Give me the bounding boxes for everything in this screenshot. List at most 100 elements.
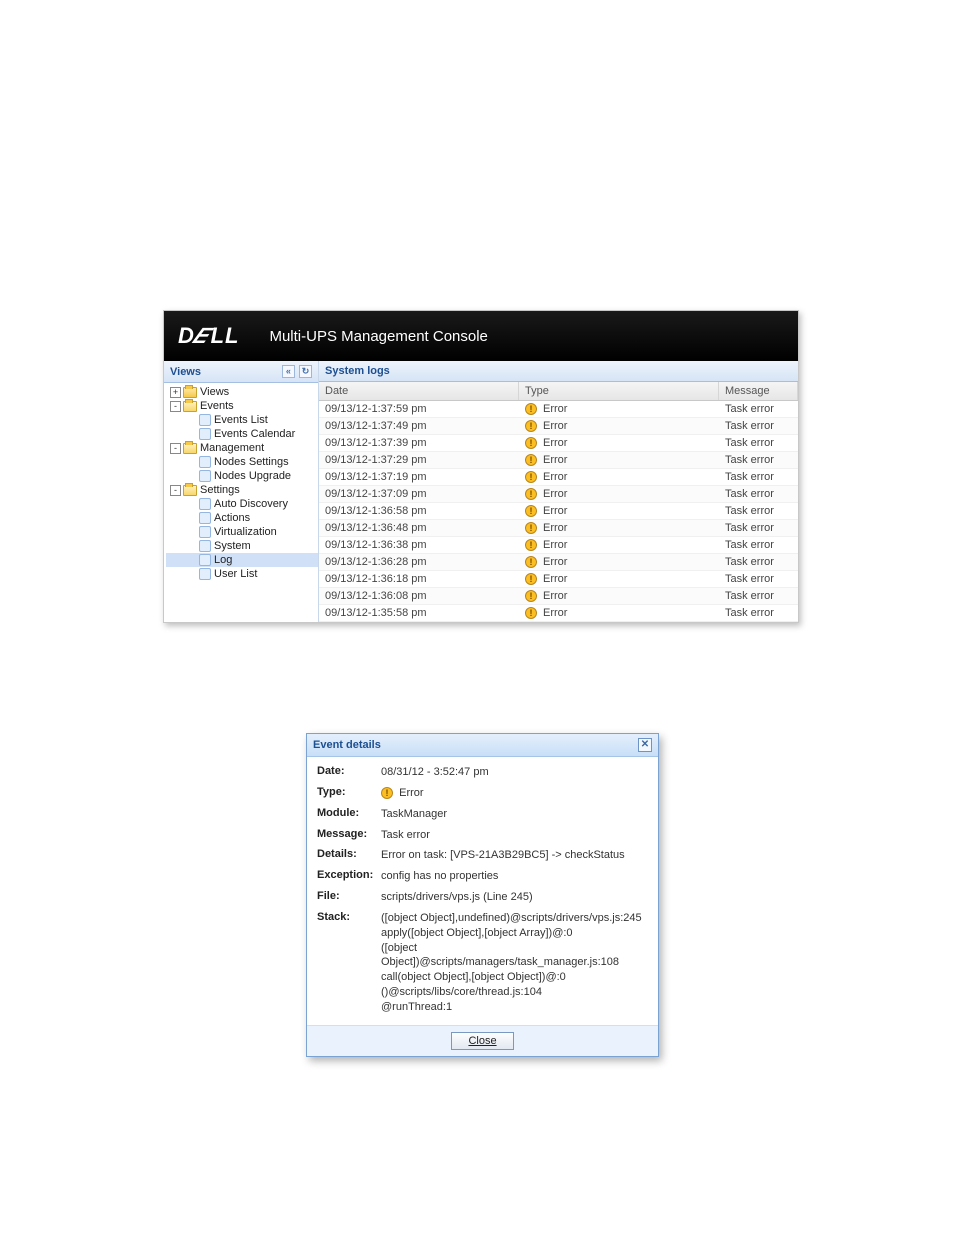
tree-nodes-upgrade[interactable]: Nodes Upgrade [166, 469, 318, 483]
table-row[interactable]: 09/13/12-1:37:49 pm!ErrorTask error [319, 418, 798, 435]
col-header-type[interactable]: Type [519, 382, 719, 400]
dialog-title: Event details [313, 739, 381, 751]
event-details-dialog: Event details ✕ Date: 08/31/12 - 3:52:47… [306, 733, 659, 1057]
tree-management[interactable]: - Management [166, 441, 318, 455]
table-row[interactable]: 09/13/12-1:36:58 pm!ErrorTask error [319, 503, 798, 520]
table-row[interactable]: 09/13/12-1:36:08 pm!ErrorTask error [319, 588, 798, 605]
tree-system[interactable]: System [166, 539, 318, 553]
table-row[interactable]: 09/13/12-1:37:29 pm!ErrorTask error [319, 452, 798, 469]
table-row[interactable]: 09/13/12-1:37:59 pm!ErrorTask error [319, 401, 798, 418]
table-row[interactable]: 09/13/12-1:36:18 pm!ErrorTask error [319, 571, 798, 588]
node-icon [199, 456, 211, 468]
tree-log[interactable]: Log [166, 553, 318, 567]
console-header: DELL Multi-UPS Management Console [164, 311, 798, 361]
folder-open-icon [183, 443, 197, 454]
stack-line: call(object Object],[object Object])@:0 [381, 970, 648, 985]
cell-message: Task error [719, 520, 798, 536]
value-file: scripts/drivers/vps.js (Line 245) [381, 890, 648, 905]
tree-spacer [186, 569, 197, 580]
tree-user-list[interactable]: User List [166, 567, 318, 581]
tree-spacer [186, 457, 197, 468]
close-button[interactable]: Close [451, 1032, 513, 1050]
node-icon [199, 470, 211, 482]
tree-views[interactable]: +Views [166, 385, 318, 399]
tree-actions[interactable]: Actions [166, 511, 318, 525]
cell-message: Task error [719, 401, 798, 417]
cell-type: !Error [519, 571, 719, 587]
tree-spacer [186, 513, 197, 524]
cell-date: 09/13/12-1:36:18 pm [319, 571, 519, 587]
node-icon [199, 526, 211, 538]
label-module: Module: [317, 807, 381, 819]
stack-line: ([object Object])@scripts/managers/task_… [381, 941, 648, 971]
col-header-message[interactable]: Message [719, 382, 798, 400]
app-title: Multi-UPS Management Console [269, 328, 487, 345]
table-row[interactable]: 09/13/12-1:37:19 pm!ErrorTask error [319, 469, 798, 486]
tree-spacer [186, 471, 197, 482]
table-row[interactable]: 09/13/12-1:36:48 pm!ErrorTask error [319, 520, 798, 537]
col-header-date[interactable]: Date [319, 382, 519, 400]
value-type: ! Error [381, 786, 648, 801]
cell-message: Task error [719, 605, 798, 621]
node-icon [199, 428, 211, 440]
cell-message: Task error [719, 571, 798, 587]
tree-events-list[interactable]: Events List [166, 413, 318, 427]
sidebar-collapse-icon[interactable]: « [282, 365, 295, 378]
collapse-icon[interactable]: - [170, 485, 181, 496]
cell-message: Task error [719, 588, 798, 604]
warning-icon: ! [525, 403, 537, 415]
label-details: Details: [317, 848, 381, 860]
node-icon [199, 512, 211, 524]
tree-settings[interactable]: - Settings [166, 483, 318, 497]
tree-events-calendar[interactable]: Events Calendar [166, 427, 318, 441]
cell-date: 09/13/12-1:37:59 pm [319, 401, 519, 417]
tree-label: Management [200, 442, 264, 454]
cell-message: Task error [719, 418, 798, 434]
cell-type: !Error [519, 452, 719, 468]
tree-spacer [186, 555, 197, 566]
sidebar-refresh-icon[interactable]: ↻ [299, 365, 312, 378]
cell-message: Task error [719, 452, 798, 468]
cell-message: Task error [719, 469, 798, 485]
table-row[interactable]: 09/13/12-1:35:58 pm!ErrorTask error [319, 605, 798, 622]
label-message: Message: [317, 828, 381, 840]
value-message: Task error [381, 828, 648, 843]
tree-label: System [214, 540, 251, 552]
label-file: File: [317, 890, 381, 902]
value-details: Error on task: [VPS-21A3B29BC5] -> check… [381, 848, 648, 863]
warning-icon: ! [381, 787, 393, 799]
node-icon [199, 498, 211, 510]
cell-type: !Error [519, 520, 719, 536]
tree-spacer [186, 429, 197, 440]
cell-type: !Error [519, 605, 719, 621]
warning-icon: ! [525, 607, 537, 619]
nav-tree: +Views-EventsEvents ListEvents Calendar-… [164, 383, 318, 591]
console-window: DELL Multi-UPS Management Console Views … [163, 310, 799, 623]
main-panel: System logs Date Type Message 09/13/12-1… [319, 361, 798, 622]
cell-date: 09/13/12-1:36:58 pm [319, 503, 519, 519]
table-row[interactable]: 09/13/12-1:37:09 pm!ErrorTask error [319, 486, 798, 503]
grid-body: 09/13/12-1:37:59 pm!ErrorTask error09/13… [319, 401, 798, 622]
label-stack: Stack: [317, 911, 381, 923]
cell-date: 09/13/12-1:37:19 pm [319, 469, 519, 485]
tree-nodes-settings[interactable]: Nodes Settings [166, 455, 318, 469]
cell-type: !Error [519, 537, 719, 553]
tree-label: Actions [214, 512, 250, 524]
expand-icon[interactable]: + [170, 387, 181, 398]
tree-label: Settings [200, 484, 240, 496]
tree-auto-discovery[interactable]: Auto Discovery [166, 497, 318, 511]
collapse-icon[interactable]: - [170, 401, 181, 412]
table-row[interactable]: 09/13/12-1:36:38 pm!ErrorTask error [319, 537, 798, 554]
tree-spacer [186, 541, 197, 552]
tree-virtualization[interactable]: Virtualization [166, 525, 318, 539]
close-icon[interactable]: ✕ [638, 738, 652, 752]
tree-events[interactable]: -Events [166, 399, 318, 413]
grid-title: System logs [319, 361, 798, 382]
folder-open-icon [183, 401, 197, 412]
tree-label: Events List [214, 414, 268, 426]
collapse-icon[interactable]: - [170, 443, 181, 454]
warning-icon: ! [525, 505, 537, 517]
table-row[interactable]: 09/13/12-1:36:28 pm!ErrorTask error [319, 554, 798, 571]
sidebar-header: Views « ↻ [164, 361, 318, 383]
table-row[interactable]: 09/13/12-1:37:39 pm!ErrorTask error [319, 435, 798, 452]
